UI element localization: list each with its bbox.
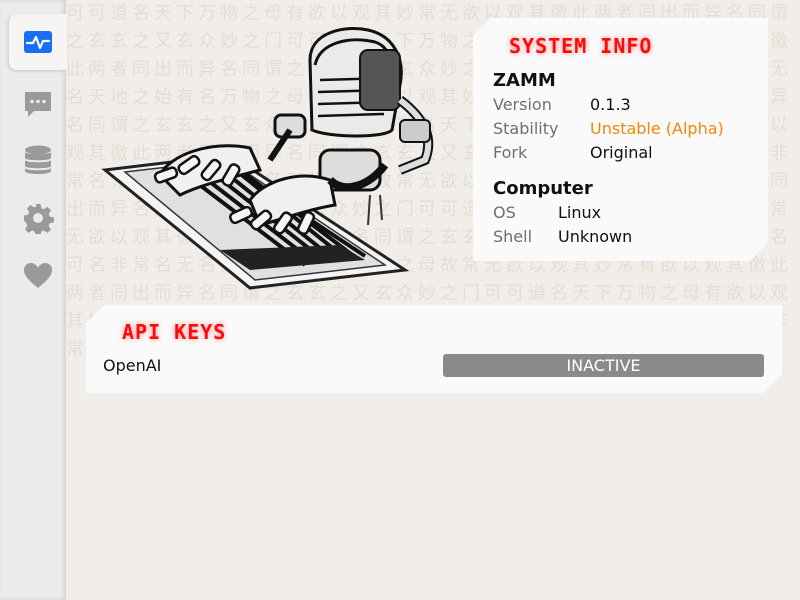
sidebar-item-chat[interactable] — [9, 76, 67, 132]
sidebar — [0, 0, 67, 600]
api-key-status-badge[interactable]: INACTIVE — [443, 354, 764, 377]
os-label: OS — [493, 203, 516, 222]
system-info-title: SYSTEM INFO — [509, 34, 653, 58]
shell-label: Shell — [493, 227, 533, 246]
system-info-card: SYSTEM INFO ZAMM Version 0.1.3 Stability… — [473, 18, 768, 261]
version-label: Version — [493, 95, 552, 114]
database-icon — [25, 145, 51, 174]
computer-section-heading: Computer — [493, 178, 593, 199]
heart-icon — [24, 263, 52, 288]
fork-label: Fork — [493, 143, 528, 162]
pulse-icon — [24, 31, 52, 53]
api-service-name: OpenAI — [103, 356, 162, 375]
sidebar-item-dashboard[interactable] — [9, 14, 67, 70]
sidebar-item-settings[interactable] — [9, 190, 67, 246]
chat-icon — [25, 92, 51, 117]
robot-typing-illustration — [101, 27, 434, 290]
stability-value: Unstable (Alpha) — [590, 119, 724, 138]
api-keys-title: API KEYS — [122, 320, 227, 344]
shell-value: Unknown — [558, 227, 633, 246]
api-keys-card: API KEYS OpenAI INACTIVE — [86, 305, 782, 393]
fork-value: Original — [590, 143, 653, 162]
gear-icon — [24, 204, 54, 234]
version-value: 0.1.3 — [590, 95, 631, 114]
stability-label: Stability — [493, 119, 559, 138]
os-value: Linux — [558, 203, 602, 222]
sidebar-item-credits[interactable] — [9, 248, 67, 304]
app-section-heading: ZAMM — [493, 70, 556, 91]
sidebar-item-database[interactable] — [9, 132, 67, 188]
